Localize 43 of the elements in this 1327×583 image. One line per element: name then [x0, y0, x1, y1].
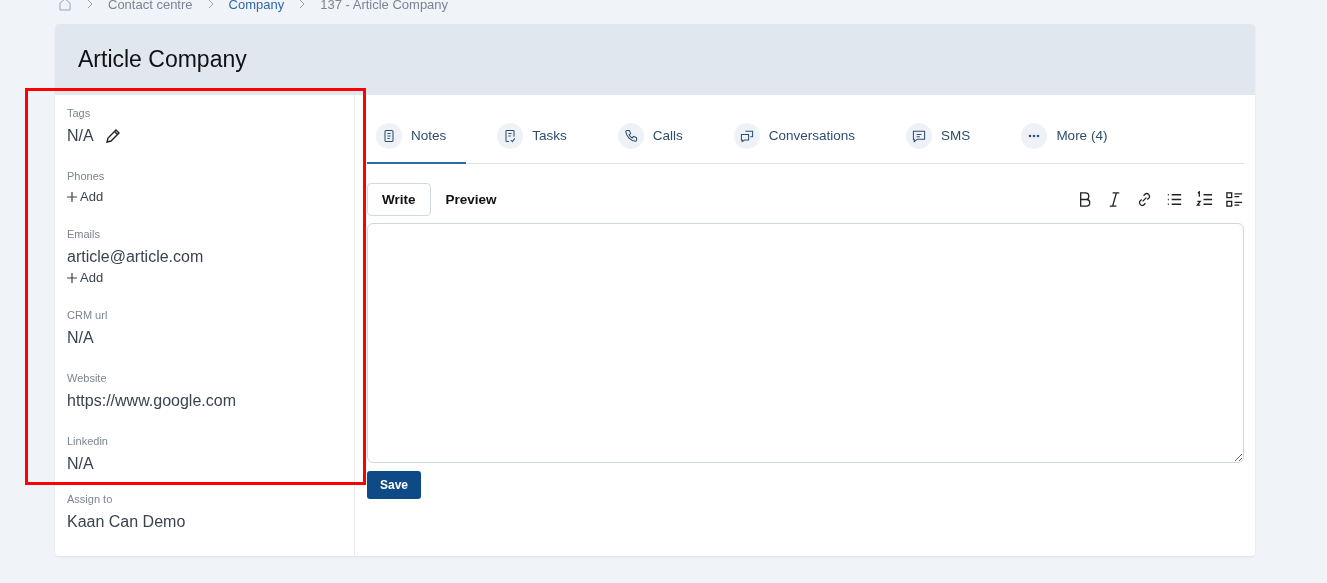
note-input-field[interactable] [367, 223, 1244, 463]
tab[interactable]: Notes [367, 109, 467, 164]
chevron-icon [86, 0, 94, 9]
task-list-icon [497, 122, 524, 149]
field-label: Website [67, 372, 108, 384]
field-label: CRM url [67, 309, 109, 321]
tab[interactable]: More (4) [1012, 109, 1128, 164]
numbered-list-icon[interactable] [1195, 190, 1214, 209]
tab[interactable]: Conversations [724, 109, 876, 164]
save-button[interactable]: Save [367, 471, 422, 499]
field-value: N/A [67, 328, 94, 348]
editor-tab[interactable]: Write [367, 183, 431, 216]
field-value: Kaan Can Demo [67, 512, 186, 532]
field-label: Emails [67, 228, 101, 240]
field-label: Phones [67, 170, 106, 182]
field-value: https://www.google.com [67, 391, 236, 411]
dots-icon [1021, 122, 1048, 149]
breadcrumb-item: 137 - Article Company [320, 0, 449, 12]
plus-icon [67, 272, 77, 283]
field-value: N/A [67, 454, 94, 474]
editor-tab[interactable]: Preview [430, 183, 512, 216]
message-icon [906, 122, 933, 149]
checklist-icon[interactable] [1225, 190, 1244, 209]
field-value: N/A [67, 126, 94, 146]
field-label: Linkedin [67, 435, 109, 447]
breadcrumb-item: Contact centre [108, 0, 193, 12]
chevron-icon [298, 0, 307, 9]
chevron-icon [206, 0, 215, 9]
field-label: Tags [67, 107, 92, 119]
add-link[interactable]: Add [67, 189, 104, 204]
chat-bubbles-icon [733, 122, 760, 149]
breadcrumb-item[interactable]: Company [228, 0, 285, 12]
pencil-icon[interactable] [103, 127, 122, 145]
tab[interactable]: SMS [897, 109, 991, 164]
phone-icon [617, 122, 644, 149]
field-value: article@article.com [67, 247, 204, 267]
tab[interactable]: Calls [608, 109, 703, 164]
document-icon [376, 122, 402, 149]
add-link[interactable]: Add [67, 270, 104, 285]
field-label: Assign to [67, 493, 114, 505]
page-title: Article Company [78, 46, 247, 73]
plus-icon [67, 191, 77, 202]
tab[interactable]: Tasks [488, 109, 587, 164]
